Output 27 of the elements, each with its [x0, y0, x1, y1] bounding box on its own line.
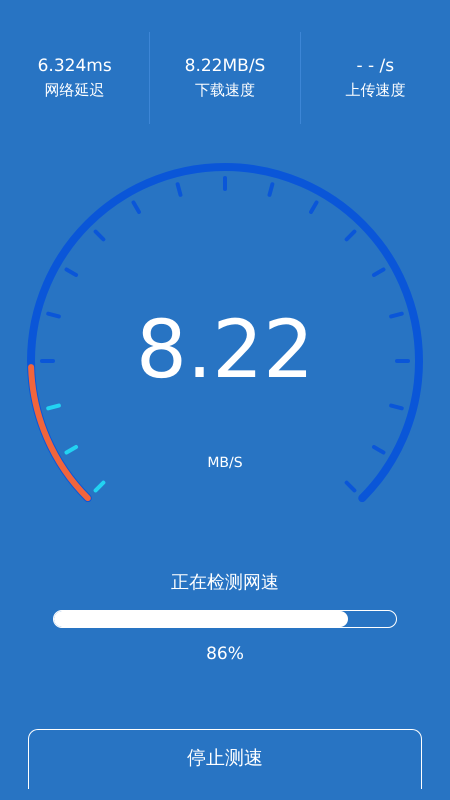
progress-percent: 86% — [206, 646, 244, 663]
speed-unit: MB/S — [207, 456, 243, 470]
gauge-tick — [344, 230, 356, 242]
gauge-tick — [64, 445, 78, 454]
speed-reading: 8.22 — [136, 310, 314, 390]
gauge-tick — [372, 445, 386, 454]
gauge-tick — [344, 480, 356, 492]
gauge-tick — [64, 268, 78, 277]
gauge-tick — [389, 404, 404, 410]
gauge-tick — [132, 200, 141, 214]
stat-label: 网络延迟 — [44, 83, 105, 98]
gauge-tick — [389, 312, 404, 318]
gauge-tick — [94, 230, 106, 242]
gauge-tick — [372, 268, 386, 277]
gauge-tick — [94, 480, 106, 492]
gauge-tick — [268, 182, 274, 197]
gauge-tick — [46, 404, 61, 410]
gauge-tick — [46, 312, 61, 318]
status-text: 正在检测网速 — [171, 574, 279, 592]
stat-value: 8.22MB/S — [184, 58, 266, 75]
stat-value: - - /s — [356, 58, 394, 75]
stop-button[interactable]: 停止测速 — [28, 729, 422, 789]
stat-label: 上传速度 — [345, 83, 406, 98]
gauge-tick — [309, 200, 318, 214]
stat-label: 下载速度 — [194, 83, 255, 98]
stat-value: 6.324ms — [38, 58, 112, 75]
gauge-tick — [176, 182, 182, 197]
